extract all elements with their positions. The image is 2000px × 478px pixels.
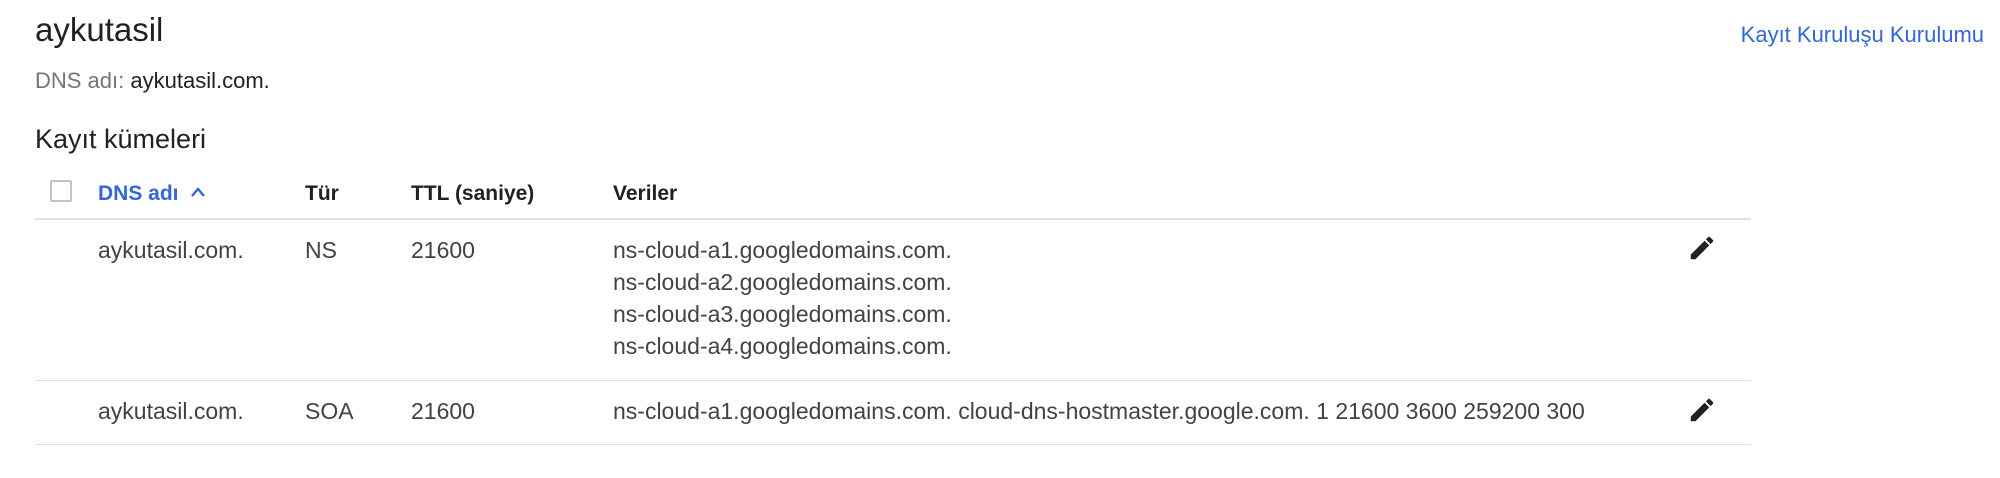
column-header-dns-name-label: DNS adı [98, 182, 179, 205]
pencil-icon[interactable] [1687, 395, 1717, 425]
row-data-line: ns-cloud-a2.googledomains.com. [613, 269, 952, 295]
row-dns-name: aykutasil.com. [98, 398, 244, 424]
registrar-setup-link[interactable]: Kayıt Kuruluşu Kurulumu [1741, 20, 1984, 50]
column-header-type[interactable]: Tür [305, 180, 339, 208]
row-type: SOA [305, 398, 354, 424]
row-dns-name: aykutasil.com. [98, 237, 244, 263]
dns-name-label: DNS adı: [35, 68, 125, 93]
row-data-line: ns-cloud-a3.googledomains.com. [613, 301, 952, 327]
chevron-up-icon [191, 187, 206, 198]
row-ttl: 21600 [411, 237, 475, 263]
row-data: ns-cloud-a1.googledomains.com. cloud-dns… [613, 395, 1585, 427]
table-header: DNS adı Tür TTL (saniye) Veriler [35, 170, 1751, 220]
dns-name-info: DNS adı: aykutasil.com. [35, 66, 270, 96]
pencil-icon[interactable] [1687, 233, 1717, 263]
record-sets-table: DNS adı Tür TTL (saniye) Veriler aykutas… [35, 170, 1751, 445]
row-data-line: ns-cloud-a1.googledomains.com. cloud-dns… [613, 398, 1585, 424]
row-ttl: 21600 [411, 398, 475, 424]
column-header-ttl[interactable]: TTL (saniye) [411, 180, 534, 208]
table-row: aykutasil.com. NS 21600 ns-cloud-a1.goog… [35, 220, 1751, 381]
dns-name-value: aykutasil.com. [130, 68, 270, 93]
record-sets-heading: Kayıt kümeleri [35, 124, 207, 154]
select-all-checkbox[interactable] [50, 180, 72, 202]
column-header-dns-name[interactable]: DNS adı [98, 180, 206, 208]
table-row: aykutasil.com. SOA 21600 ns-cloud-a1.goo… [35, 381, 1751, 445]
column-header-data[interactable]: Veriler [613, 180, 677, 208]
row-data: ns-cloud-a1.googledomains.com. ns-cloud-… [613, 234, 952, 362]
zone-title: aykutasil [35, 11, 164, 48]
row-data-line: ns-cloud-a1.googledomains.com. [613, 237, 952, 263]
row-type: NS [305, 237, 337, 263]
row-data-line: ns-cloud-a4.googledomains.com. [613, 333, 952, 359]
